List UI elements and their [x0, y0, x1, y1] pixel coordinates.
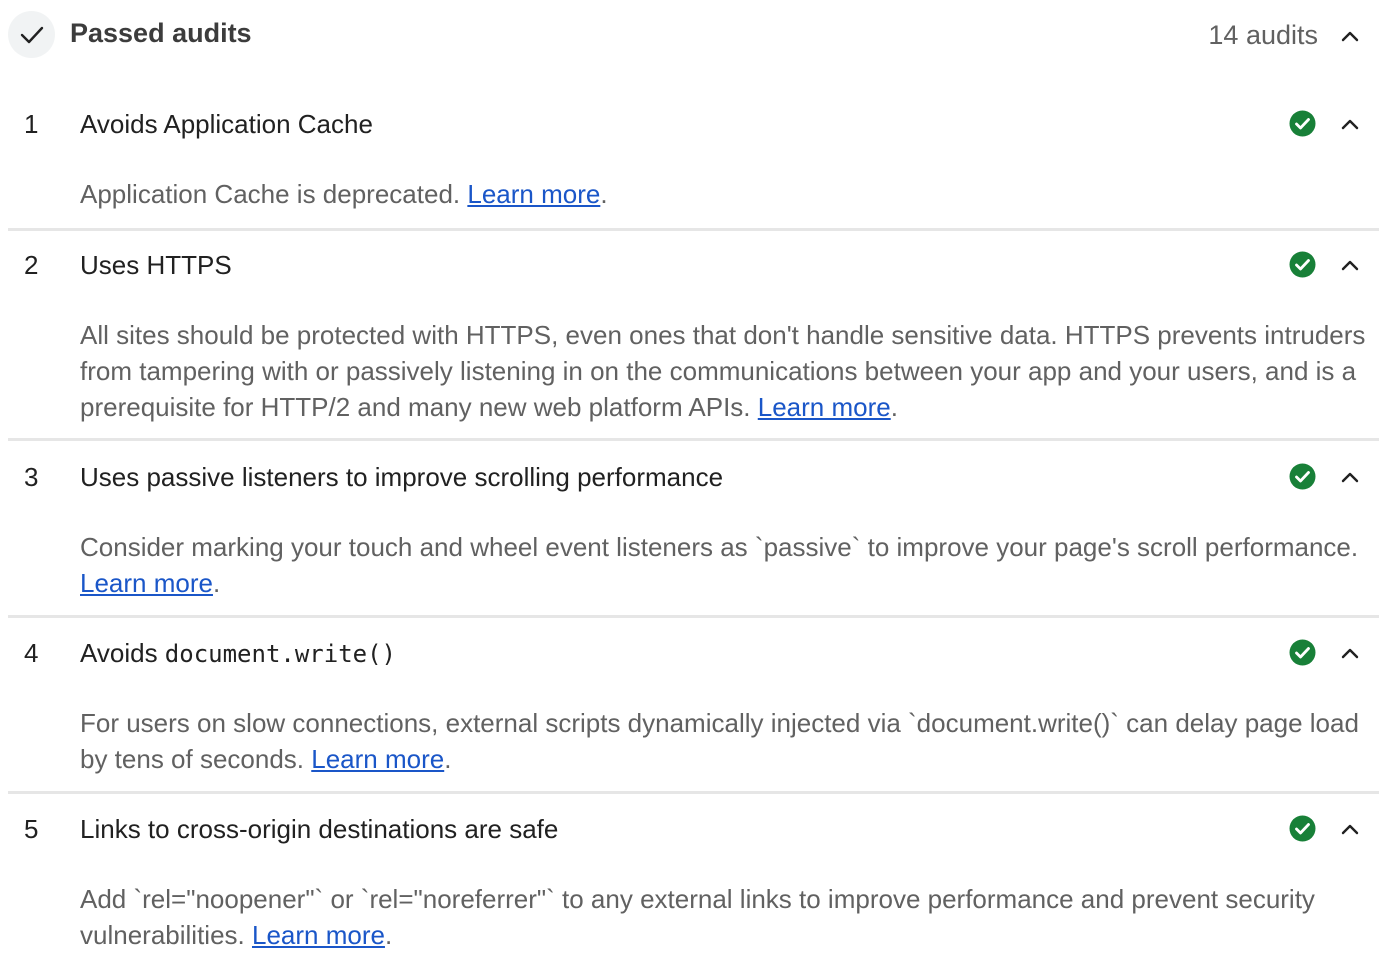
check-icon [8, 11, 55, 58]
chevron-up-icon[interactable] [1338, 644, 1362, 662]
audit-title: Avoids document.write() [80, 636, 396, 671]
chevron-up-icon[interactable] [1338, 820, 1362, 838]
pass-check-icon [1289, 639, 1316, 666]
description-text: For users on slow connections, external … [80, 708, 1359, 774]
group-title: Passed audits [70, 18, 252, 48]
audit-title: Links to cross-origin destinations are s… [80, 814, 559, 844]
audit-title-code: document.write() [164, 640, 396, 668]
audit-title-text: Avoids [80, 638, 165, 668]
passed-audits-header[interactable]: Passed audits 14 audits [0, 0, 1383, 70]
learn-more-link[interactable]: Learn more [467, 179, 600, 209]
audit-description: All sites should be protected with HTTPS… [80, 317, 1370, 425]
chevron-up-icon[interactable] [1338, 27, 1362, 45]
audit-index: 2 [24, 250, 39, 280]
description-suffix: . [384, 920, 393, 950]
chevron-up-icon[interactable] [1338, 115, 1362, 133]
pass-check-icon [1289, 110, 1316, 137]
audit-count: 14 audits [1208, 20, 1318, 50]
pass-check-icon [1289, 251, 1316, 278]
learn-more-link[interactable]: Learn more [758, 392, 891, 422]
audits-page: Passed audits 14 audits 1 Avoids Applica… [0, 0, 1383, 959]
description-text: Consider marking your touch and wheel ev… [80, 532, 1359, 562]
description-suffix: . [890, 392, 898, 422]
audit-item[interactable]: 3 Uses passive listeners to improve scro… [8, 460, 1379, 618]
audit-item[interactable]: 5 Links to cross-origin destinations are… [8, 812, 1379, 959]
learn-more-link[interactable]: Learn more [252, 920, 385, 950]
chevron-up-icon[interactable] [1338, 256, 1362, 274]
audit-item[interactable]: 2 Uses HTTPS All sites should be protect… [8, 248, 1379, 441]
learn-more-link[interactable]: Learn more [311, 744, 444, 774]
audit-index: 4 [24, 638, 39, 668]
learn-more-link[interactable]: Learn more [80, 568, 213, 598]
audit-item[interactable]: 1 Avoids Application Cache Application C… [8, 107, 1379, 231]
description-suffix: . [444, 744, 452, 774]
pass-check-icon [1289, 463, 1316, 490]
pass-check-icon [1289, 815, 1316, 842]
audit-description: Application Cache is deprecated. Learn m… [80, 176, 1370, 212]
audit-description: Add `rel="noopener"` or `rel="noreferrer… [80, 881, 1370, 953]
audit-index: 3 [24, 462, 39, 492]
chevron-up-icon[interactable] [1338, 468, 1362, 486]
audit-description: Consider marking your touch and wheel ev… [80, 529, 1370, 601]
audit-title: Avoids Application Cache [80, 109, 373, 139]
audit-index: 1 [24, 109, 39, 139]
audit-description: For users on slow connections, external … [80, 705, 1370, 777]
description-suffix: . [212, 568, 221, 598]
audit-item[interactable]: 4 Avoids document.write() For users on s… [8, 636, 1379, 794]
description-text: Application Cache is deprecated. [80, 179, 468, 209]
description-suffix: . [600, 179, 608, 209]
audit-title: Uses HTTPS [80, 250, 232, 280]
audit-title: Uses passive listeners to improve scroll… [80, 462, 724, 492]
audit-index: 5 [24, 814, 39, 844]
description-text: All sites should be protected with HTTPS… [80, 320, 1366, 422]
